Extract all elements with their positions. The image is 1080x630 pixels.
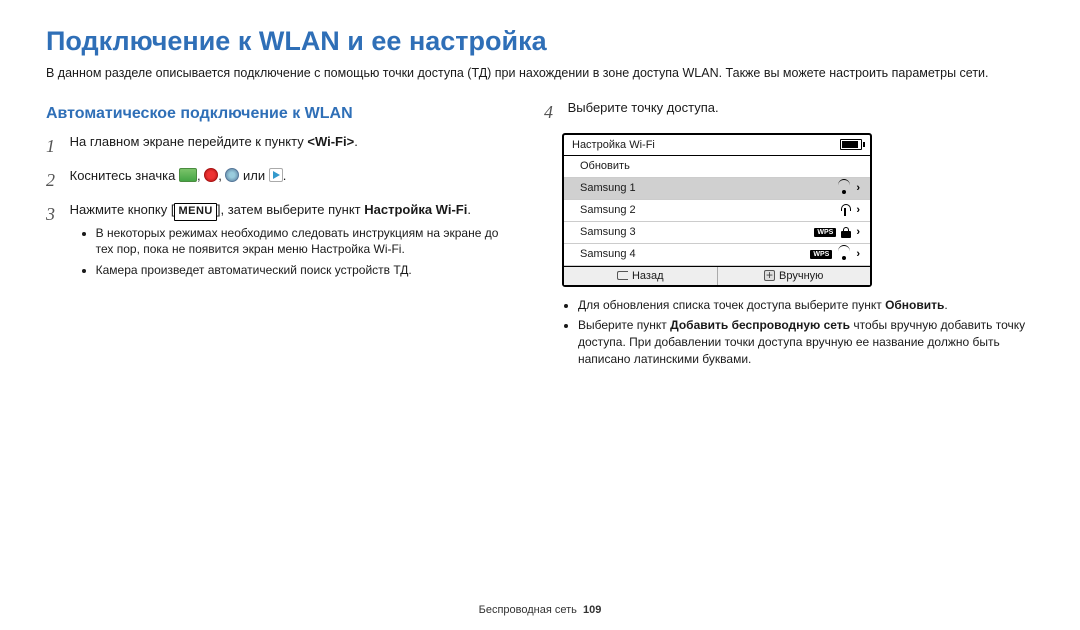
ap-row[interactable]: Samsung 1 › [564, 178, 870, 200]
ap-row[interactable]: Samsung 4 WPS › [564, 244, 870, 266]
red-icon [204, 168, 218, 182]
bold-text: Настройка Wi-Fi [364, 202, 467, 217]
menu-label: MENU [174, 203, 216, 221]
bullet: Выберите пункт Добавить беспроводную сет… [578, 317, 1034, 367]
chevron-right-icon: › [856, 182, 860, 194]
bullet: Камера произведет автоматический поиск у… [96, 262, 516, 279]
ap-row[interactable]: Samsung 3 WPS › [564, 222, 870, 244]
lock-icon [841, 227, 851, 238]
bullet: Для обновления списка точек доступа выбе… [578, 297, 1034, 314]
chevron-right-icon: › [856, 204, 860, 216]
wps-icon: WPS [814, 228, 836, 237]
bold-text: Обновить [885, 298, 944, 312]
chevron-right-icon: › [856, 226, 860, 238]
back-button[interactable]: Назад [564, 267, 718, 285]
step-1: 1 На главном экране перейдите к пункту <… [46, 133, 516, 159]
row-label: Samsung 2 [580, 204, 636, 216]
antenna-icon [839, 204, 851, 216]
step-text: Коснитесь значка [70, 168, 179, 183]
battery-icon [840, 139, 862, 150]
step-3: 3 Нажмите кнопку [MENU], затем выберите … [46, 201, 516, 283]
play-icon [269, 168, 283, 182]
step-number: 3 [46, 201, 66, 227]
intro-text: В данном разделе описывается подключение… [46, 65, 1034, 83]
section-subtitle: Автоматическое подключение к WLAN [46, 105, 516, 123]
step-number: 1 [46, 133, 66, 159]
row-label: Samsung 3 [580, 226, 636, 238]
bullet: В некоторых режимах необходимо следовать… [96, 225, 516, 259]
back-icon [617, 271, 628, 280]
chevron-right-icon: › [856, 248, 860, 260]
green-icon [179, 168, 197, 182]
step-text: Выберите точку доступа. [568, 99, 1034, 118]
row-label: Samsung 1 [580, 182, 636, 194]
step-2: 2 Коснитесь значка , , или . [46, 167, 516, 193]
device-titlebar: Настройка Wi-Fi [564, 135, 870, 156]
step-4: 4 Выберите точку доступа. [544, 99, 1034, 125]
right-column: 4 Выберите точку доступа. Настройка Wi-F… [540, 99, 1034, 372]
refresh-row[interactable]: Обновить [564, 156, 870, 178]
plus-icon [764, 270, 775, 281]
step-text: Нажмите кнопку [ [70, 202, 175, 217]
wifi-icon [837, 182, 851, 194]
globe-icon [225, 168, 239, 182]
footer-section: Беспроводная сеть [479, 604, 577, 616]
wps-icon: WPS [810, 250, 832, 259]
page-title: Подключение к WLAN и ее настройка [46, 26, 1034, 57]
step-text: На главном экране перейдите к пункту [70, 134, 308, 149]
row-label: Обновить [580, 160, 630, 172]
page-number: 109 [583, 604, 601, 616]
bold-text: Добавить беспроводную сеть [670, 318, 850, 332]
page-footer: Беспроводная сеть 109 [0, 604, 1080, 616]
left-column: Автоматическое подключение к WLAN 1 На г… [46, 99, 540, 372]
device-screenshot: Настройка Wi-Fi Обновить Samsung 1 › Sam… [562, 133, 872, 287]
wifi-icon [837, 248, 851, 260]
step-number: 2 [46, 167, 66, 193]
ap-row[interactable]: Samsung 2 › [564, 200, 870, 222]
bold-text: <Wi-Fi> [307, 134, 354, 149]
manual-button[interactable]: Вручную [718, 267, 871, 285]
step-number: 4 [544, 99, 564, 125]
row-label: Samsung 4 [580, 248, 636, 260]
device-title: Настройка Wi-Fi [572, 139, 655, 151]
